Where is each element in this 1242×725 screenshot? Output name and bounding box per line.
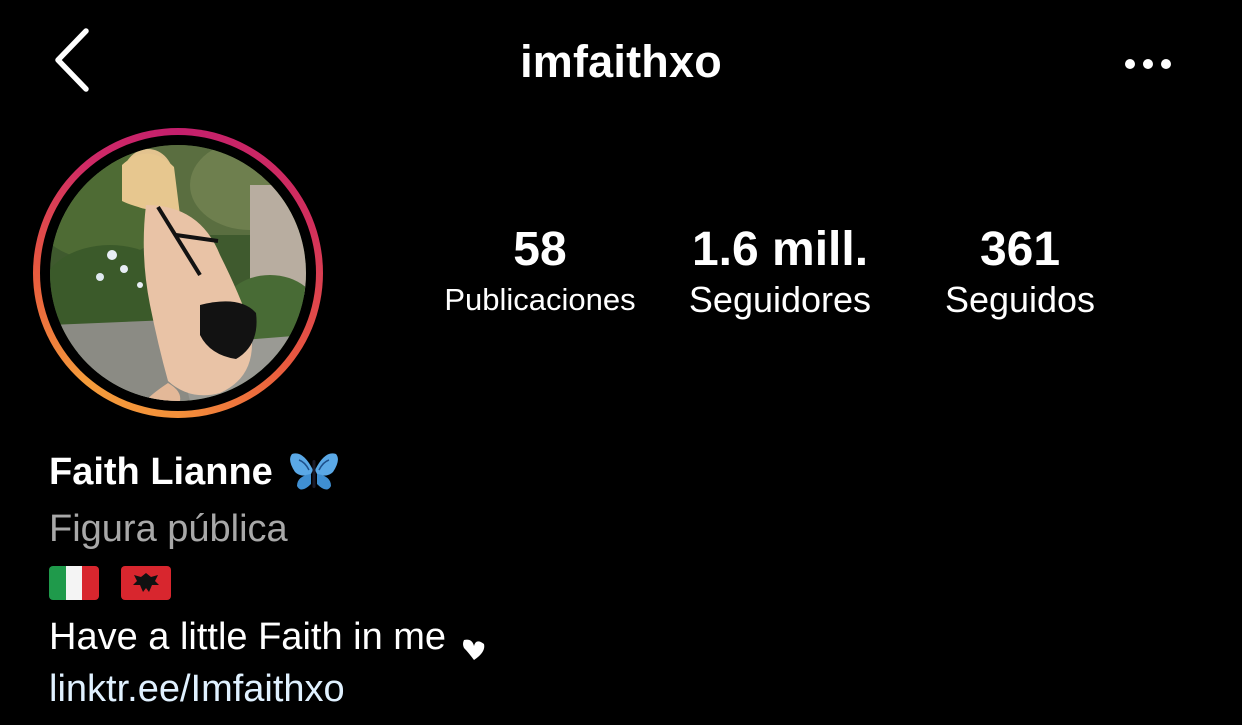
following-stat[interactable]: 361 Seguidos (915, 220, 1125, 324)
albania-flag-icon (121, 566, 171, 600)
bio-text: Have a little Faith in me (49, 616, 447, 658)
followers-label: Seguidores (688, 279, 872, 320)
butterfly-icon (289, 450, 339, 494)
profile-category: Figura pública (49, 508, 288, 550)
bio-text-row: Have a little Faith in me (49, 611, 1199, 663)
profile-header: imfaithxo (0, 0, 1242, 128)
full-name-row: Faith Lianne (49, 445, 1199, 499)
posts-count: 58 (513, 223, 567, 276)
following-count: 361 (979, 223, 1061, 276)
flags-row (49, 563, 1199, 603)
italy-flag-icon (49, 566, 99, 600)
profile-stats: 58 Publicaciones 1.6 mill. Seguidores 36… (0, 220, 1242, 340)
followers-stat[interactable]: 1.6 mill. Seguidores (665, 220, 895, 324)
profile-username: imfaithxo (520, 36, 722, 87)
posts-stat[interactable]: 58 Publicaciones (430, 220, 650, 324)
heart-icon (460, 624, 486, 660)
bio-link[interactable]: linktr.ee/Imfaithxo (49, 663, 1199, 715)
more-options-button[interactable] (1116, 44, 1180, 84)
full-name: Faith Lianne (49, 450, 273, 493)
following-label: Seguidos (944, 279, 1096, 320)
followers-count: 1.6 mill. (691, 223, 869, 276)
profile-bio: Faith Lianne Figura pública Have a littl… (49, 445, 1199, 715)
posts-label: Publicaciones (444, 282, 636, 317)
more-horizontal-icon (1125, 59, 1171, 69)
